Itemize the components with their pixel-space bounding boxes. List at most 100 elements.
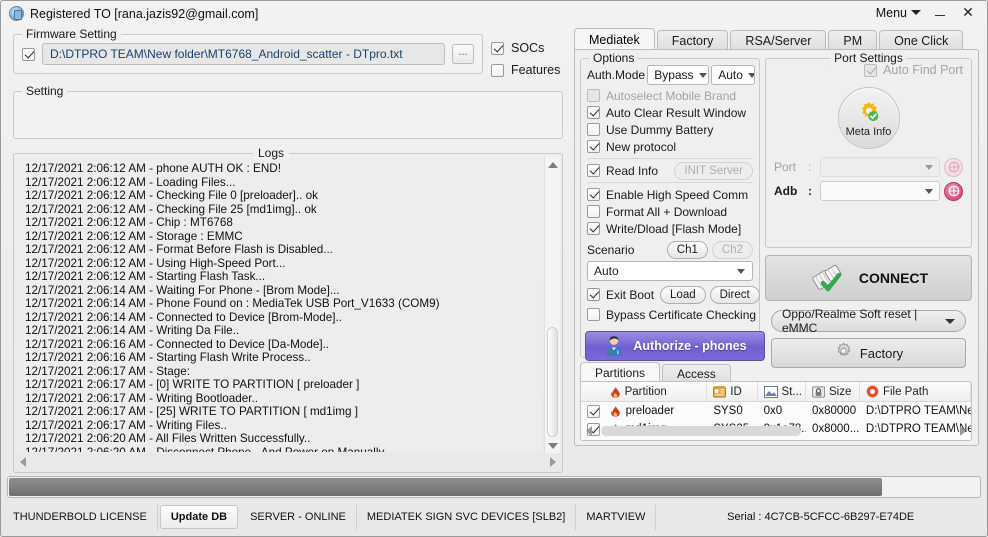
firmware-enable-checkbox[interactable] [22,47,35,61]
logs-horizontal-scrollbar[interactable] [17,454,559,470]
auth-mode-secondary-select[interactable]: Auto [711,65,755,85]
main-tabs: Mediatek Factory RSA/Server PM One Click [574,28,979,50]
partition-table: Partition ID St... Size File Path preloader S… [580,381,972,441]
use-dummy-battery-checkbox[interactable] [587,123,600,136]
row-checkbox-cell[interactable] [581,404,604,418]
title-bar: Registered TO [rana.jazis92@gmail.com] M… [1,1,987,26]
port-select[interactable] [820,157,940,177]
adb-label: Adb [774,184,798,198]
auto-clear-result-window-checkbox[interactable] [587,106,600,119]
partition-horizontal-scrollbar[interactable] [583,424,969,438]
scroll-down-icon[interactable] [546,438,560,453]
soft-reset-select[interactable]: Oppo/Realme Soft reset | eMMC [771,307,966,335]
adb-refresh-button[interactable] [944,181,963,201]
tab-factory[interactable]: Factory [656,30,729,50]
column-header-id[interactable]: ID [707,382,758,401]
read-info-checkbox[interactable] [587,164,600,177]
partition-tab-partitions[interactable]: Partitions [580,362,661,382]
direct-button[interactable]: Direct [709,285,760,304]
column-header-size[interactable]: Size [806,382,860,401]
auth-mode-value: Bypass [654,68,694,82]
scroll-left-icon[interactable] [20,457,26,467]
tab-pm[interactable]: PM [828,30,878,50]
update-db-button[interactable]: Update DB [159,505,239,529]
tab-rsa-server[interactable]: RSA/Server [730,30,827,50]
exit-boot-checkbox[interactable] [587,288,600,301]
chevron-down-icon [737,268,745,274]
log-line: 12/17/2021 2:06:20 AM - Disconnect Phone… [25,445,390,453]
option-label: Enable High Speed Comm [606,187,749,202]
logs-legend: Logs [252,146,290,160]
scroll-up-icon[interactable] [546,157,560,172]
log-line: 12/17/2021 2:06:14 AM - Phone Found on :… [25,297,440,310]
scenario-ch1-button[interactable]: Ch1 [666,240,708,259]
location-pin-icon [866,385,879,398]
meta-info-label: Meta Info [845,125,892,138]
scenario-ch2-button[interactable]: Ch2 [711,240,753,259]
enable-high-speed-comm-checkbox[interactable] [587,188,600,201]
chevron-down-icon [911,10,921,15]
column-header-st-[interactable]: St... [758,382,806,401]
option-row[interactable]: New protocol [581,138,759,155]
write-dload-flash-mode--checkbox[interactable] [587,222,600,235]
partition-scroll-thumb[interactable] [601,426,801,436]
chevron-down-icon [945,318,955,324]
socs-checkbox-row[interactable]: SOCs [491,37,563,59]
browse-button[interactable]: ... [452,44,474,64]
option-label: Use Dummy Battery [606,122,714,137]
close-button[interactable]: ✕ [955,3,981,22]
scroll-right-icon[interactable] [960,426,966,436]
partition-tab-access[interactable]: Access [662,364,731,382]
auto-find-port-checkbox[interactable] [864,63,878,77]
table-row[interactable]: preloader SYS0 0x0 0x80000 D:\DTPRO TEAM\New… [581,402,971,420]
status-server: SERVER - ONLINE [240,504,357,530]
features-checkbox-row[interactable]: Features [491,59,563,81]
log-line: 12/17/2021 2:06:12 AM - Storage : EMMC [25,229,243,243]
partition-name: preloader [625,405,675,417]
option-row[interactable]: Use Dummy Battery [581,121,759,138]
tab-one-click[interactable]: One Click [879,30,964,50]
log-output[interactable]: 12/17/2021 2:06:12 AM - phone AUTH OK : … [17,158,542,452]
option-row[interactable]: Enable High Speed Comm [581,186,759,203]
scroll-right-icon[interactable] [550,457,556,467]
authorize-phones-button[interactable]: i Authorize - phones [585,331,765,361]
chevron-down-icon [925,188,933,194]
option-row[interactable]: Write/Dload [Flash Mode] [581,220,759,237]
scenario-select[interactable]: Auto [587,261,753,281]
auth-mode-select[interactable]: Bypass [647,65,710,85]
log-line: 12/17/2021 2:06:12 AM - Starting Flash T… [25,270,266,283]
scatter-path-input[interactable]: D:\DTPRO TEAM\New folder\MT6768_Android_… [42,43,445,65]
connect-button[interactable]: CONNECT [765,255,972,301]
minimize-button[interactable] [927,3,953,22]
socs-label: SOCs [511,41,545,55]
logs-group: 12/17/2021 2:06:12 AM - phone AUTH OK : … [13,153,563,473]
status-martview: MARTVIEW [576,504,657,530]
load-button[interactable]: Load [660,285,706,304]
port-refresh-button[interactable] [944,157,963,177]
format-all-download-checkbox[interactable] [587,205,600,218]
row-select-checkbox[interactable] [587,404,600,418]
option-row[interactable]: Format All + Download [581,203,759,220]
autoselect-mobile-brand-checkbox[interactable] [587,89,600,102]
column-header-partition[interactable]: Partition [604,382,708,401]
socs-checkbox[interactable] [491,41,504,55]
scroll-left-icon[interactable] [586,426,592,436]
init-server-button[interactable]: INIT Server [674,161,753,180]
features-checkbox[interactable] [491,63,504,77]
log-line: 12/17/2021 2:06:14 AM - Writing Da File.… [25,324,240,337]
tab-mediatek[interactable]: Mediatek [574,28,655,50]
option-row[interactable]: Auto Clear Result Window [581,104,759,121]
chevron-down-icon [747,72,755,78]
option-row[interactable]: Autoselect Mobile Brand [581,87,759,104]
bypass-certificate-checkbox[interactable] [587,308,600,321]
logs-vertical-scrollbar[interactable] [544,157,560,453]
meta-info-button[interactable]: Meta Info [837,87,900,149]
menu-button[interactable]: Menu [872,4,925,22]
new-protocol-checkbox[interactable] [587,140,600,153]
status-bar: THUNDERBOLD LICENSE Update DB SERVER - O… [3,504,985,530]
options-legend: Options [589,51,639,65]
adb-select[interactable] [820,181,940,201]
logs-scroll-thumb[interactable] [547,327,558,437]
column-header-file-path[interactable]: File Path [860,382,971,401]
column-header-label: Partition [624,385,667,398]
